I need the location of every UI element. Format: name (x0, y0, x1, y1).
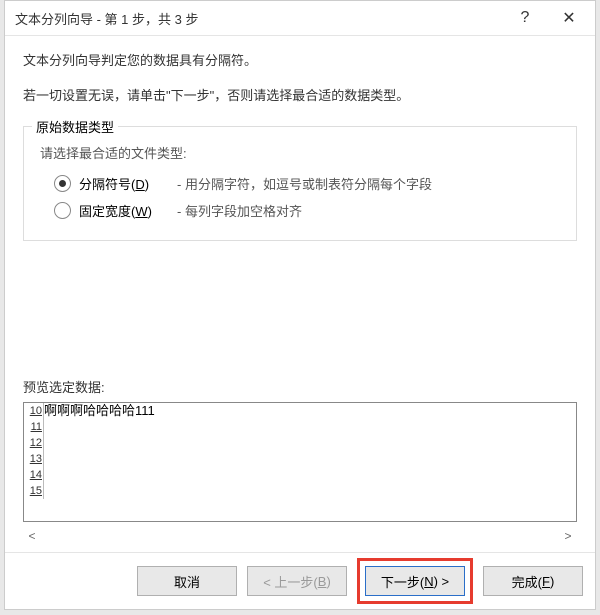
row-text (44, 419, 576, 435)
scroll-right-icon[interactable]: > (559, 529, 577, 543)
radio-delimited-label: 分隔符号(D) (79, 174, 171, 193)
preview-label: 预览选定数据: (23, 377, 577, 396)
preview-box[interactable]: 10 啊啊啊哈哈哈哈111 11 12 13 14 (23, 402, 577, 522)
row-text (44, 483, 576, 499)
wizard-dialog: 文本分列向导 - 第 1 步，共 3 步 ? ✕ 文本分列向导判定您的数据具有分… (4, 0, 596, 610)
row-number: 13 (24, 451, 44, 467)
dialog-footer: 取消 < 上一步(B) 下一步(N) > 完成(F) (5, 552, 595, 609)
next-button[interactable]: 下一步(N) > (365, 566, 465, 596)
preview-row: 12 (24, 435, 576, 451)
help-button[interactable]: ? (503, 3, 547, 33)
close-button[interactable]: ✕ (547, 3, 591, 33)
screenshot-root: 文本分列向导 - 第 1 步，共 3 步 ? ✕ 文本分列向导判定您的数据具有分… (0, 0, 600, 615)
row-number: 15 (24, 483, 44, 499)
help-icon: ? (521, 9, 530, 27)
spacer (23, 241, 577, 367)
preview-row: 11 (24, 419, 576, 435)
cancel-button[interactable]: 取消 (137, 566, 237, 596)
radio-fixedwidth[interactable] (54, 202, 71, 219)
dialog-title: 文本分列向导 - 第 1 步，共 3 步 (15, 9, 503, 28)
group-hint: 请选择最合适的文件类型: (40, 143, 564, 162)
row-number: 10 (24, 403, 44, 419)
finish-button[interactable]: 完成(F) (483, 566, 583, 596)
row-text (44, 451, 576, 467)
row-text: 啊啊啊哈哈哈哈111 (44, 403, 576, 419)
row-text (44, 467, 576, 483)
scroll-left-icon[interactable]: < (23, 529, 41, 543)
original-data-type-group: 原始数据类型 请选择最合适的文件类型: 分隔符号(D) - 用分隔字符，如逗号或… (23, 126, 577, 241)
intro-line-2: 若一切设置无误，请单击"下一步"，否则请选择最合适的数据类型。 (23, 85, 577, 104)
radio-fixedwidth-desc: - 每列字段加空格对齐 (177, 201, 302, 220)
radio-delimited[interactable] (54, 175, 71, 192)
row-number: 11 (24, 419, 44, 435)
radio-fixedwidth-label: 固定宽度(W) (79, 201, 171, 220)
dialog-body: 文本分列向导判定您的数据具有分隔符。 若一切设置无误，请单击"下一步"，否则请选… (5, 36, 595, 552)
row-number: 12 (24, 435, 44, 451)
preview-row: 13 (24, 451, 576, 467)
titlebar: 文本分列向导 - 第 1 步，共 3 步 ? ✕ (5, 1, 595, 36)
close-icon: ✕ (562, 8, 575, 28)
preview-row: 10 啊啊啊哈哈哈哈111 (24, 403, 576, 419)
option-fixedwidth-row[interactable]: 固定宽度(W) - 每列字段加空格对齐 (54, 201, 564, 220)
option-delimited-row[interactable]: 分隔符号(D) - 用分隔字符，如逗号或制表符分隔每个字段 (54, 174, 564, 193)
back-button: < 上一步(B) (247, 566, 347, 596)
group-legend: 原始数据类型 (32, 117, 118, 136)
next-button-highlight: 下一步(N) > (357, 558, 473, 604)
preview-row: 14 (24, 467, 576, 483)
horizontal-scrollbar[interactable]: < > (23, 526, 577, 546)
row-text (44, 435, 576, 451)
intro-line-1: 文本分列向导判定您的数据具有分隔符。 (23, 50, 577, 69)
row-number: 14 (24, 467, 44, 483)
radio-delimited-desc: - 用分隔字符，如逗号或制表符分隔每个字段 (177, 174, 432, 193)
preview-row: 15 (24, 483, 576, 499)
